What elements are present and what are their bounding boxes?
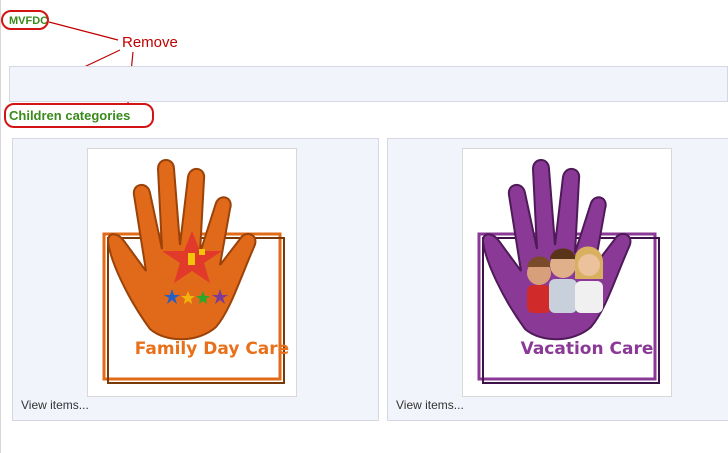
category-card-family-day-care: Family Day Care View items... (12, 138, 379, 421)
breadcrumb-bar (9, 66, 728, 102)
hand-star-logo-icon: Family Day Care (102, 159, 289, 384)
view-items-link[interactable]: View items... (396, 398, 464, 412)
logo-caption: Family Day Care (135, 339, 289, 359)
hand-children-logo-icon: Vacation Care (477, 159, 660, 384)
annotation-highlight-heading (4, 103, 154, 128)
category-thumbnail[interactable]: Family Day Care (87, 148, 297, 397)
logo-caption: Vacation Care (521, 339, 654, 359)
annotation-highlight-title (1, 10, 49, 30)
view-items-link[interactable]: View items... (21, 398, 89, 412)
annotation-remove-label: Remove (122, 34, 178, 51)
category-thumbnail[interactable]: Vacation Care (462, 148, 672, 397)
category-card-vacation-care: Vacation Care View items... (387, 138, 728, 421)
page-left-border (0, 0, 1, 453)
